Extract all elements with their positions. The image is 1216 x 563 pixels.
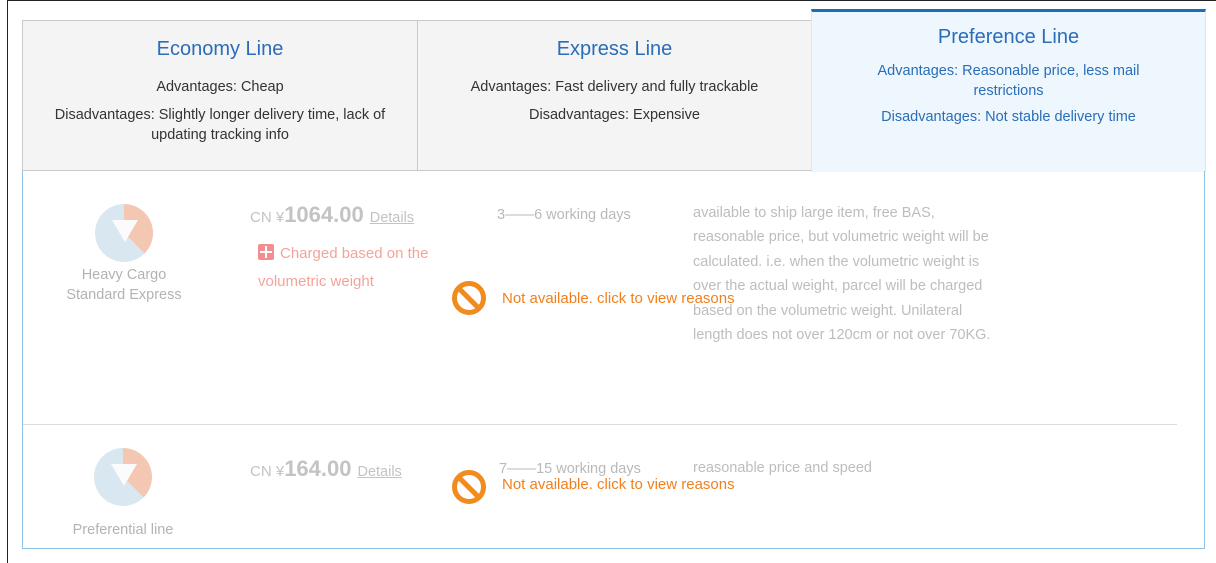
tab-disadvantages: Disadvantages: Not stable delivery time	[881, 109, 1136, 125]
tab-disadvantages: Disadvantages: Expensive	[529, 107, 700, 123]
price-amount: 1064.00	[284, 202, 364, 227]
service-row-preferential-line: Preferential line CN ¥164.00 Details 7——1…	[23, 426, 1206, 548]
window-top-border	[7, 0, 1216, 1]
delivery-time: 3——6 working days	[497, 207, 631, 223]
details-link[interactable]: Details	[370, 210, 414, 226]
service-price: CN ¥164.00 Details	[250, 456, 402, 482]
tab-title: Preference Line	[937, 26, 1080, 48]
tab-title: Express Line	[556, 38, 673, 60]
service-description: reasonable price and speed	[693, 460, 872, 476]
details-link[interactable]: Details	[357, 464, 401, 480]
tab-advantages: Advantages: Fast delivery and fully trac…	[470, 79, 759, 95]
shipping-line-tabs: Economy Line Advantages: Cheap Disadvant…	[22, 9, 1206, 172]
tab-economy-line[interactable]: Economy Line Advantages: Cheap Disadvant…	[22, 20, 418, 171]
service-name: Preferential line	[72, 522, 174, 538]
service-logo-icon	[95, 204, 153, 262]
service-name-line1: Heavy Cargo	[81, 267, 167, 283]
tab-express-line[interactable]: Express Line Advantages: Fast delivery a…	[417, 20, 812, 171]
row-divider	[23, 424, 1177, 425]
price-currency: CN ¥	[250, 463, 285, 480]
service-row-heavy-cargo: Heavy Cargo Standard Express CN ¥1064.00…	[23, 171, 1206, 426]
prohibited-icon	[452, 281, 486, 315]
tab-advantages: Advantages: Reasonable price, less mail …	[877, 63, 1140, 99]
volumetric-charge-note: Charged based on the volumetric weight	[258, 240, 428, 296]
not-available-link[interactable]: Not available. click to view reasons	[452, 470, 735, 504]
calculator-icon	[258, 244, 274, 260]
not-available-text: Not available. click to view reasons	[502, 475, 735, 493]
tab-title: Economy Line	[156, 38, 284, 60]
window-left-border	[7, 0, 8, 563]
price-currency: CN ¥	[250, 209, 285, 226]
not-available-link[interactable]: Not available. click to view reasons	[452, 281, 735, 315]
tab-advantages: Advantages: Cheap	[156, 79, 284, 95]
charge-note-line1: Charged based on the	[280, 245, 429, 262]
service-description: available to ship large item, free BAS, …	[693, 205, 991, 344]
prohibited-icon	[452, 470, 486, 504]
tab-preference-line[interactable]: Preference Line Advantages: Reasonable p…	[811, 9, 1206, 172]
service-name-line2: Standard Express	[66, 287, 182, 303]
service-logo-icon	[94, 448, 152, 506]
charge-note-line2: volumetric weight	[258, 273, 374, 290]
service-name: Heavy Cargo Standard Express	[49, 265, 199, 305]
tab-disadvantages: Disadvantages: Slightly longer delivery …	[54, 107, 386, 143]
price-amount: 164.00	[284, 456, 352, 481]
service-price: CN ¥1064.00 Details	[250, 202, 414, 228]
service-list-panel: Heavy Cargo Standard Express CN ¥1064.00…	[22, 171, 1205, 549]
not-available-text: Not available. click to view reasons	[502, 289, 735, 307]
